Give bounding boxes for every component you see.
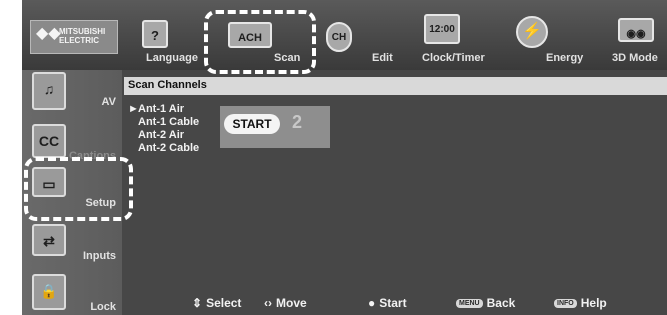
- sidebar-item-lock-label: Lock: [90, 301, 116, 313]
- hint-move: ‹› Move: [264, 296, 307, 310]
- clock-icon: 12:00: [424, 14, 460, 44]
- setup-item-highlight: [24, 157, 133, 221]
- channel-option-label: Ant-1 Cable: [138, 116, 200, 128]
- hint-select: ⇕ Select: [192, 296, 242, 310]
- channel-option-label: Ant-2 Air: [138, 129, 185, 141]
- language-icon: ?: [142, 20, 168, 48]
- tab-energy[interactable]: ⚡ Energy: [508, 0, 588, 70]
- top-menu-bar: ◆◆ MITSUBISHI ELECTRIC ? Language ACH Sc…: [22, 0, 667, 70]
- tab-clock-timer[interactable]: 12:00 Clock/Timer: [410, 0, 506, 70]
- mitsubishi-diamonds-icon: ◆◆: [36, 25, 61, 42]
- ch-icon: CH: [326, 22, 352, 52]
- select-arrows-icon: ⇕: [192, 296, 203, 310]
- page-title: Scan Channels: [128, 79, 207, 91]
- channel-option[interactable]: Ant-1 Cable: [128, 116, 199, 129]
- sidebar-item-av[interactable]: ♫ AV: [22, 70, 122, 118]
- start-button[interactable]: START: [224, 114, 280, 134]
- tab-language[interactable]: ? Language: [120, 0, 198, 70]
- cc-icon: CC: [32, 124, 66, 158]
- sidebar-item-inputs-label: Inputs: [83, 250, 116, 262]
- inputs-icon: ⇄: [32, 224, 66, 256]
- channel-option[interactable]: Ant-2 Air: [128, 129, 199, 142]
- sidebar-item-captions[interactable]: CC Captions: [22, 120, 122, 162]
- menu-key-icon: MENU: [456, 299, 483, 309]
- sidebar-item-inputs[interactable]: ⇄ Inputs: [22, 220, 122, 268]
- info-key-icon: INFO: [554, 299, 577, 309]
- sidebar-item-av-label: AV: [101, 96, 116, 108]
- energy-icon: ⚡: [516, 16, 548, 48]
- channel-list: ►Ant-1 Air Ant-1 Cable Ant-2 Air Ant-2 C…: [128, 103, 199, 155]
- tab-edit-label: Edit: [372, 52, 393, 64]
- channel-option-label: Ant-1 Air: [138, 103, 185, 115]
- channel-option-label: Ant-2 Cable: [138, 142, 200, 154]
- speaker-icon: ♫: [32, 72, 66, 110]
- tab-channel[interactable]: CH: [322, 0, 362, 70]
- brand-name: MITSUBISHI ELECTRIC: [59, 27, 106, 45]
- tab-clock-timer-label: Clock/Timer: [422, 52, 485, 64]
- enter-button-icon: ●: [368, 296, 376, 310]
- selection-arrow-icon: ►: [128, 103, 139, 115]
- scan-count: 2: [292, 112, 303, 132]
- 3d-glasses-icon: ◉◉: [618, 18, 654, 42]
- hint-help: INFO Help: [554, 296, 607, 310]
- sidebar-item-lock[interactable]: 🔒 Lock: [22, 268, 122, 315]
- tab-3d-mode-label: 3D Mode: [612, 52, 658, 64]
- tab-3d-mode[interactable]: ◉◉ 3D Mode: [592, 0, 667, 70]
- hint-start: ● Start: [368, 296, 407, 310]
- tab-edit[interactable]: Edit: [368, 0, 404, 70]
- move-arrows-icon: ‹›: [264, 296, 272, 310]
- channel-option[interactable]: ►Ant-1 Air: [128, 103, 199, 116]
- hint-back: MENU Back: [456, 296, 515, 310]
- lock-icon: 🔒: [32, 274, 66, 310]
- brand-logo: ◆◆ MITSUBISHI ELECTRIC: [30, 20, 118, 54]
- scan-start-panel: START 2: [220, 106, 330, 148]
- content-header: Scan Channels: [124, 77, 667, 95]
- scan-tab-highlight: [204, 10, 316, 74]
- channel-option[interactable]: Ant-2 Cable: [128, 142, 199, 155]
